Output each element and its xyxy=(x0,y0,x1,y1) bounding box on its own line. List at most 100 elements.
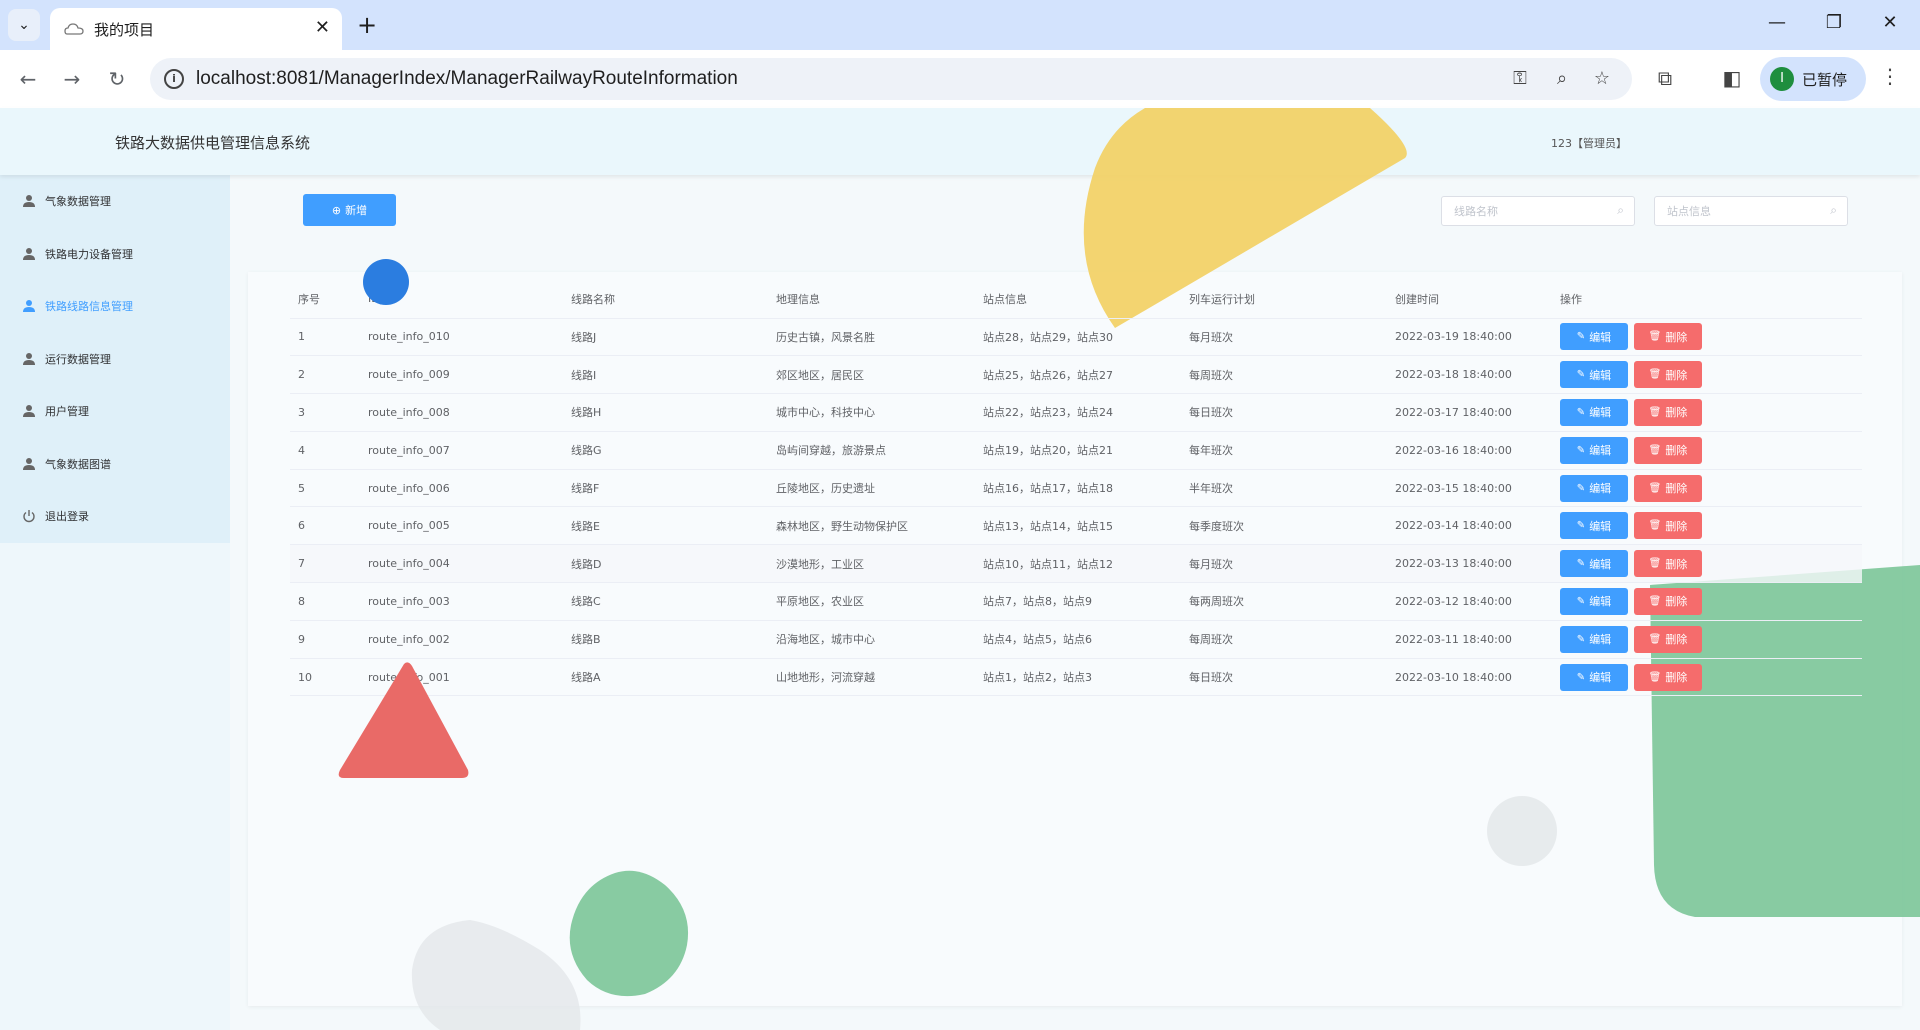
edit-button[interactable]: ✎ 编辑 xyxy=(1560,474,1628,502)
edit-button[interactable]: ✎ 编辑 xyxy=(1560,587,1628,615)
cell-geo: 岛屿间穿越，旅游景点 xyxy=(768,431,975,470)
blue-circle-shape xyxy=(363,259,409,305)
table-row[interactable]: 8 route_info_003 线路C 平原地区，农业区 站点7，站点8，站点9 每两周… xyxy=(290,582,1862,621)
edit-button[interactable]: ✎ 编辑 xyxy=(1560,361,1628,389)
edit-button-label: 编辑 xyxy=(1589,482,1612,496)
cell-id: route_info_010 xyxy=(360,318,563,357)
edit-icon: ✎ xyxy=(1576,406,1586,418)
cell-plan: 每年班次 xyxy=(1181,431,1387,470)
table-row[interactable]: 10route_info_001线路A山地地形，河流穿越站点1，站点2，站点3每… xyxy=(290,658,1862,697)
reload-icon[interactable]: ↻ xyxy=(102,64,132,94)
edit-button[interactable]: ✎ 编辑 xyxy=(1560,512,1628,540)
cloud-icon xyxy=(64,23,84,35)
delete-button-label: 删除 xyxy=(1665,633,1688,647)
address-bar[interactable]: i localhost:8081/ManagerIndex/ManagerRai… xyxy=(150,58,1632,100)
col-header-created: 创建时间 xyxy=(1387,280,1552,319)
edit-button[interactable]: ✎ 编辑 xyxy=(1560,550,1628,578)
tab-list-button[interactable]: ⌄ xyxy=(8,9,40,41)
cell-plan: 每季度班次 xyxy=(1181,506,1387,546)
edit-button-label: 编辑 xyxy=(1589,330,1612,344)
sidebar-item-weather-graph[interactable]: 气象数据图谱 xyxy=(0,438,230,491)
edit-button-label: 编辑 xyxy=(1589,368,1612,382)
profile-status: 已暂停 xyxy=(1802,70,1848,89)
station-info-input[interactable] xyxy=(1667,197,1827,225)
table-row[interactable]: 6 route_info_005 线路E 森林地区，野生动物保护区 站点13，站点14，… xyxy=(290,506,1862,546)
sidebar: 气象数据管理 铁路电力设备管理 铁路线路信息管理 运行数据管理 用户管理 气象数… xyxy=(0,175,230,1030)
table-row[interactable]: 4 route_info_007 线路G 岛屿间穿越，旅游景点 站点19，站点20，站点… xyxy=(290,431,1862,470)
close-tab-icon[interactable]: ✕ xyxy=(315,17,330,38)
close-window-icon[interactable]: ✕ xyxy=(1876,12,1904,33)
restore-icon[interactable]: ❐ xyxy=(1820,12,1848,33)
col-header-actions: 操作 xyxy=(1552,280,1862,319)
delete-button[interactable]: 🗑 删除 xyxy=(1634,361,1702,389)
star-icon[interactable]: ☆ xyxy=(1590,68,1614,90)
zoom-icon[interactable]: ⌕ xyxy=(1550,68,1574,90)
edit-button[interactable]: ✎ 编辑 xyxy=(1560,663,1628,691)
sidebar-item-route-info[interactable]: 铁路线路信息管理 xyxy=(0,280,230,333)
delete-button[interactable]: 🗑 删除 xyxy=(1634,625,1702,653)
edit-icon: ✎ xyxy=(1576,444,1586,456)
table-row[interactable]: 1 route_info_010 线路J 历史古镇，风景名胜 站点28，站点29，站点3… xyxy=(290,318,1862,357)
app-title: 铁路大数据供电管理信息系统 xyxy=(115,134,311,152)
cell-actions: ✎ 编辑 🗑 删除 xyxy=(1552,658,1862,697)
sidebar-item-operation-data[interactable]: 运行数据管理 xyxy=(0,333,230,386)
new-tab-button[interactable]: + xyxy=(352,10,382,40)
table-row[interactable]: 2 route_info_009 线路I 郊区地区，居民区 站点25，站点26，站点27… xyxy=(290,355,1862,395)
delete-button-label: 删除 xyxy=(1665,519,1688,533)
table-row[interactable]: 3 route_info_008 线路H 城市中心，科技中心 站点22，站点23，站点2… xyxy=(290,393,1862,432)
table-row[interactable]: 9 route_info_002 线路B 沿海地区，城市中心 站点4，站点5，站点6 每周… xyxy=(290,620,1862,659)
sidebar-item-user-management[interactable]: 用户管理 xyxy=(0,385,230,438)
cell-plan: 每日班次 xyxy=(1181,658,1387,697)
browser-tab[interactable]: 我的项目 ✕ xyxy=(50,8,342,50)
delete-button-label: 删除 xyxy=(1665,368,1688,382)
cell-actions: ✎ 编辑 🗑 删除 xyxy=(1552,620,1862,659)
cell-no: 8 xyxy=(290,582,360,621)
edit-button[interactable]: ✎ 编辑 xyxy=(1560,625,1628,653)
route-name-input[interactable] xyxy=(1454,197,1614,225)
cell-name: 线路B xyxy=(563,620,768,659)
minimize-icon[interactable]: — xyxy=(1763,12,1791,33)
table-row[interactable]: 7 route_info_004 线路D 沙漠地形，工业区 站点10，站点11，站点12… xyxy=(290,544,1862,584)
delete-button[interactable]: 🗑 删除 xyxy=(1634,550,1702,578)
route-name-search[interactable]: ⌕ xyxy=(1441,196,1635,226)
station-info-search[interactable]: ⌕ xyxy=(1654,196,1848,226)
sidebar-item-label: 气象数据管理 xyxy=(45,195,111,209)
cell-stations: 站点28，站点29，站点30 xyxy=(975,318,1181,357)
search-icon: ⌕ xyxy=(1830,203,1837,217)
cell-geo: 城市中心，科技中心 xyxy=(768,393,975,432)
table-row[interactable]: 5 route_info_006 线路F 丘陵地区，历史遗址 站点16，站点17，站点1… xyxy=(290,469,1862,508)
cell-plan: 每月班次 xyxy=(1181,544,1387,584)
key-icon[interactable]: ⚿ xyxy=(1508,68,1532,90)
user-icon xyxy=(23,300,35,313)
cell-created: 2022-03-15 18:40:00 xyxy=(1387,469,1552,508)
user-icon xyxy=(23,247,35,260)
forward-icon[interactable]: → xyxy=(57,64,87,94)
add-button[interactable]: ⊕ 新增 xyxy=(303,194,396,226)
cell-name: 线路E xyxy=(563,506,768,546)
delete-button[interactable]: 🗑 删除 xyxy=(1634,323,1702,351)
delete-button[interactable]: 🗑 删除 xyxy=(1634,474,1702,502)
menu-icon[interactable]: ⋮ xyxy=(1880,64,1900,88)
delete-button[interactable]: 🗑 删除 xyxy=(1634,587,1702,615)
edit-button[interactable]: ✎ 编辑 xyxy=(1560,436,1628,464)
delete-button[interactable]: 🗑 删除 xyxy=(1634,663,1702,691)
current-user[interactable]: 123【管理员】 xyxy=(1551,135,1627,151)
edit-button[interactable]: ✎ 编辑 xyxy=(1560,323,1628,351)
extensions-icon[interactable]: ⧉ xyxy=(1651,64,1679,92)
edit-button-label: 编辑 xyxy=(1589,671,1612,685)
delete-button-label: 删除 xyxy=(1665,330,1688,344)
delete-button[interactable]: 🗑 删除 xyxy=(1634,398,1702,426)
cell-stations: 站点10，站点11，站点12 xyxy=(975,544,1181,584)
cell-geo: 森林地区，野生动物保护区 xyxy=(768,506,975,546)
gray-circle-shape xyxy=(1487,796,1557,866)
back-icon[interactable]: ← xyxy=(13,64,43,94)
delete-button[interactable]: 🗑 删除 xyxy=(1634,436,1702,464)
site-info-icon[interactable]: i xyxy=(164,69,184,89)
edit-button[interactable]: ✎ 编辑 xyxy=(1560,398,1628,426)
sidebar-item-power-equipment[interactable]: 铁路电力设备管理 xyxy=(0,228,230,281)
profile-button[interactable]: I 已暂停 xyxy=(1760,57,1866,101)
sidebar-item-weather-data[interactable]: 气象数据管理 xyxy=(0,175,230,228)
side-panel-icon[interactable]: ◧ xyxy=(1718,64,1746,92)
delete-button[interactable]: 🗑 删除 xyxy=(1634,512,1702,540)
sidebar-item-logout[interactable]: 退出登录 xyxy=(0,490,230,543)
